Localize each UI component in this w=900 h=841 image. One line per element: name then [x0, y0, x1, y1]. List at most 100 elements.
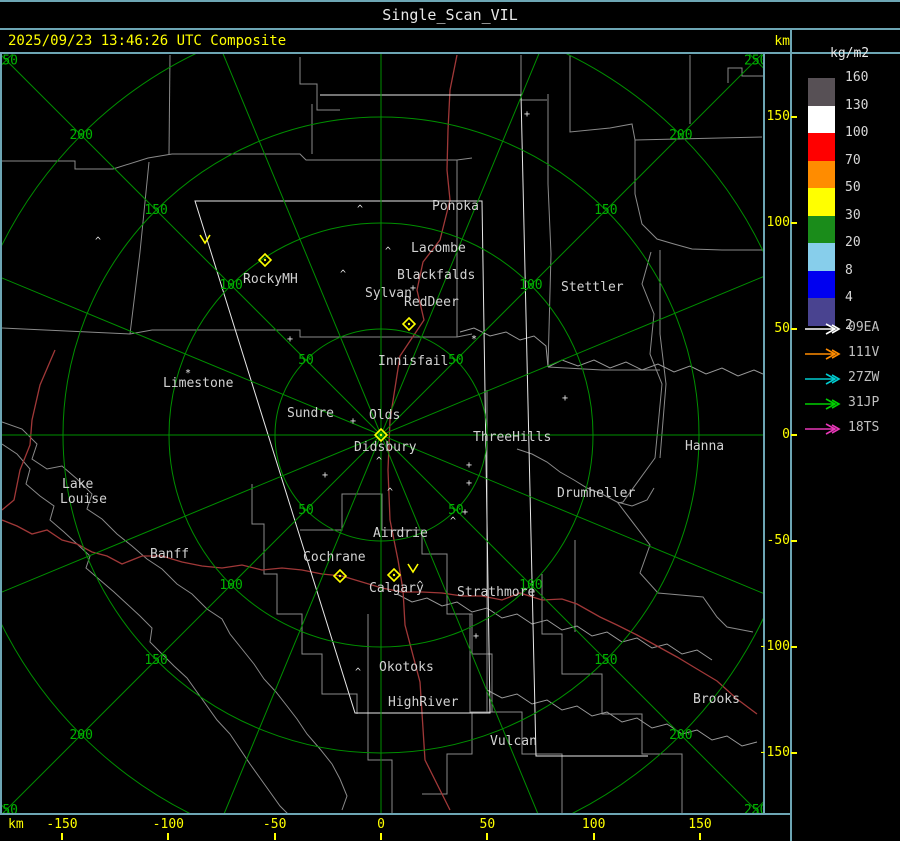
radar-site-arrow-icon: [805, 348, 841, 360]
right-axis-tick-mark: [791, 751, 797, 754]
range-ring-label: 50: [298, 353, 314, 368]
right-axis-tick-mark: [791, 116, 797, 119]
range-ring-label: 150: [594, 653, 617, 668]
radar-site-arrow-icon: [804, 346, 842, 365]
town-marker: +: [410, 283, 416, 294]
county-boundary-line: [2, 443, 288, 813]
city-label: HighRiver: [388, 695, 459, 710]
radial-azimuth-line: [2, 277, 382, 436]
city-label: Limestone: [163, 376, 234, 391]
right-axis-tick-mark: [791, 645, 797, 648]
vil-scale-swatch: [808, 160, 835, 188]
range-ring-label: 200: [669, 128, 692, 143]
city-label: Louise: [60, 492, 107, 507]
right-axis-tick-label: 100: [766, 215, 790, 231]
right-axis-tick-label: 150: [766, 109, 790, 125]
city-label: RedDeer: [404, 295, 459, 310]
town-marker: +: [473, 631, 479, 642]
radar-site-arrow-icon: [805, 373, 841, 385]
range-ring-label: 250: [744, 54, 763, 68]
county-boundary-line: [2, 421, 348, 811]
scan-timestamp: 2025/09/23 13:46:26 UTC Composite: [8, 33, 287, 49]
right-axis-unit-label: km: [774, 34, 790, 49]
highway-line: [2, 519, 758, 715]
city-label: Ponoka: [432, 199, 479, 214]
town-marker: +: [562, 393, 568, 404]
range-ring-label: 150: [144, 203, 167, 218]
range-ring-label: 250: [2, 54, 18, 68]
town-marker: ^: [357, 204, 363, 215]
vil-scale-value: 160: [845, 70, 869, 85]
wind-arrow-marker: [407, 563, 419, 574]
radar-site-arrow-icon: [805, 398, 841, 410]
city-label: RockyMH: [243, 272, 298, 287]
town-marker: +: [462, 507, 468, 518]
radar-site-marker-dot: [338, 574, 342, 578]
city-label: Banff: [150, 547, 189, 562]
town-marker: +: [287, 334, 293, 345]
vil-scale-value: 100: [845, 125, 869, 140]
vil-scale-value: 30: [845, 207, 861, 223]
bottom-axis-tick-mark: [380, 833, 382, 840]
city-label: ThreeHills: [473, 430, 551, 445]
bottom-axis-tick-label: -100: [152, 817, 184, 832]
radial-azimuth-line: [2, 434, 382, 593]
city-label: Lacombe: [411, 241, 466, 256]
city-label: Olds: [369, 408, 400, 423]
county-boundary-line: [541, 574, 683, 813]
bottom-axis-tick-mark: [60, 833, 63, 840]
town-marker: +: [466, 478, 472, 489]
range-ring-label: 50: [298, 503, 314, 518]
radar-site-marker-dot: [407, 322, 411, 326]
radar-site-arrow-icon: [805, 323, 841, 335]
city-label: Stettler: [561, 280, 624, 295]
bottom-axis-tick-mark: [592, 833, 595, 840]
vil-scale-swatch: [808, 133, 835, 161]
county-boundary-line: [299, 57, 340, 111]
vil-scale-value: 70: [845, 152, 861, 168]
right-axis-tick-mark: [791, 222, 797, 225]
range-ring-label: 100: [219, 578, 242, 593]
county-boundary-line: [634, 140, 763, 251]
map-bottom-border: [0, 813, 792, 815]
colour-scale-units: kg/m2: [830, 46, 870, 61]
range-ring-label: 150: [144, 653, 167, 668]
town-marker: +: [322, 470, 328, 481]
city-label: Brooks: [693, 692, 740, 707]
bottom-axis-unit-label: km: [8, 817, 24, 832]
vil-scale-value: 130: [845, 97, 869, 113]
city-label: Drumheller: [557, 486, 635, 501]
vil-scale-swatch: [808, 215, 835, 243]
city-label: Blackfalds: [397, 268, 475, 283]
wind-arrow-marker: [199, 234, 211, 245]
town-marker: ^: [385, 246, 391, 257]
city-label: Didsbury: [354, 440, 417, 455]
bottom-axis-tick-mark: [699, 833, 701, 840]
radar-site-arrow-icon: [805, 423, 841, 435]
town-marker: +: [466, 460, 472, 471]
range-ring-label: 200: [69, 728, 92, 743]
vil-scale-swatch: [808, 188, 835, 216]
range-ring-label: 150: [594, 203, 617, 218]
radar-site-id: 111V: [848, 345, 880, 360]
range-ring-label: 200: [69, 128, 92, 143]
bottom-axis-tick-label: 100: [581, 817, 606, 832]
county-boundary-line: [547, 94, 552, 368]
radar-site-id: 31JP: [848, 395, 880, 410]
city-label: Okotoks: [379, 660, 434, 675]
town-marker: +: [524, 109, 530, 120]
county-boundary-line: [659, 250, 667, 459]
city-label: Airdrie: [373, 526, 428, 541]
right-axis-tick-mark: [791, 539, 797, 542]
radar-site-arrow-icon: [804, 371, 842, 390]
town-marker: ^: [340, 269, 346, 280]
city-label: Calgary: [369, 581, 424, 596]
range-ring-label: 250: [2, 803, 18, 813]
right-axis-tick-label: 50: [774, 321, 790, 337]
vil-scale-value: 20: [845, 235, 861, 250]
vil-scale-value: 8: [845, 262, 853, 278]
town-marker: ^: [355, 667, 361, 678]
town-marker: *: [471, 334, 477, 345]
radar-map-viewport[interactable]: 50 5050 50100 100100 100150 150150 150200 20020…: [2, 54, 763, 813]
title-separator-line: [0, 28, 900, 30]
